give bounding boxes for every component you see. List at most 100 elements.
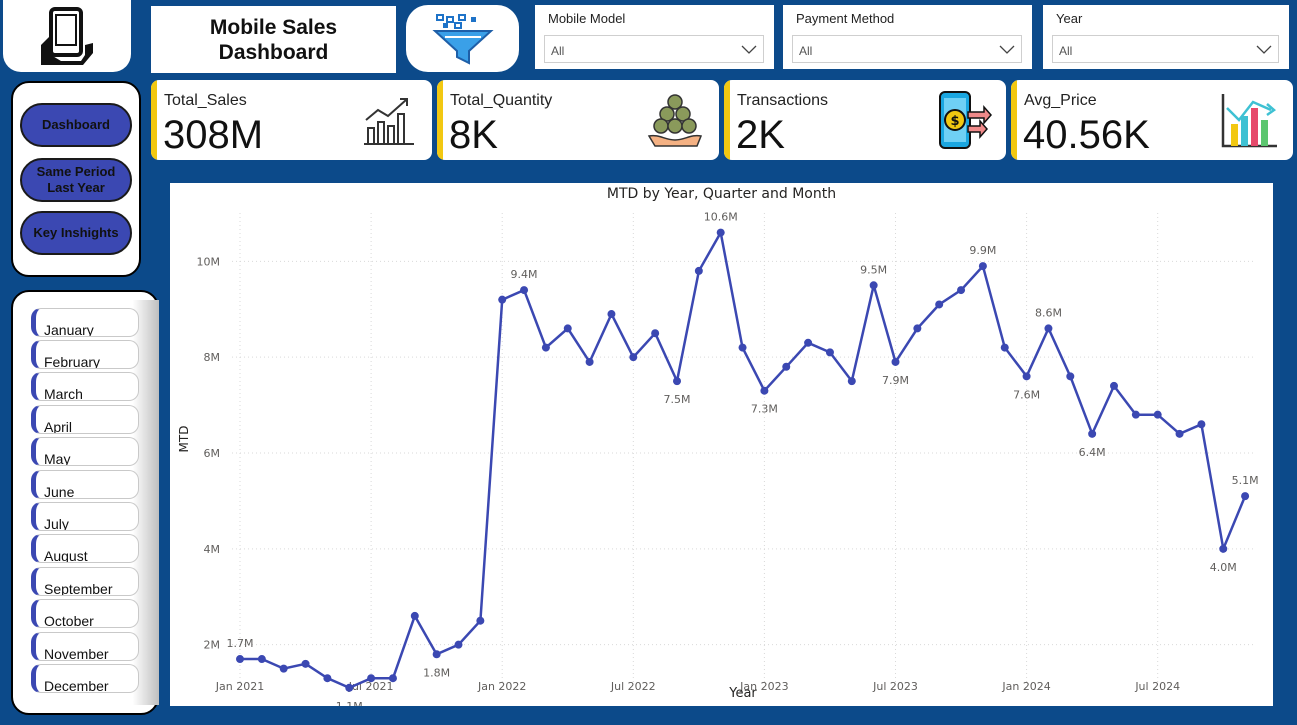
data-point[interactable]	[738, 343, 747, 352]
month-item[interactable]: April	[31, 405, 139, 434]
data-label: 4.0M	[1210, 561, 1237, 574]
data-point[interactable]	[782, 362, 791, 371]
chart-svg: 2M4M6M8M10MJan 2021 Jul 2021 Jan 2022 Jul 2…	[177, 211, 1259, 706]
month-item[interactable]: June	[31, 470, 139, 499]
data-point[interactable]	[716, 228, 725, 237]
month-item[interactable]: July	[31, 502, 139, 531]
year-label: Year	[1056, 11, 1083, 26]
data-point[interactable]	[825, 348, 834, 357]
month-item[interactable]: December	[31, 664, 139, 693]
data-point[interactable]	[367, 674, 376, 683]
data-label: 9.9M	[969, 244, 996, 257]
data-point[interactable]	[432, 650, 441, 659]
data-point[interactable]	[257, 655, 266, 664]
data-point[interactable]	[891, 357, 900, 366]
data-point[interactable]	[694, 266, 703, 275]
month-item[interactable]: October	[31, 599, 139, 628]
data-label: 7.3M	[751, 403, 778, 416]
data-point[interactable]	[520, 286, 529, 295]
month-item[interactable]: March	[31, 372, 139, 401]
month-item[interactable]: August	[31, 534, 139, 563]
data-point[interactable]	[301, 659, 310, 668]
data-point[interactable]	[323, 674, 332, 683]
data-point[interactable]	[1110, 381, 1118, 390]
title-line-1: Mobile Sales	[209, 15, 338, 39]
data-point[interactable]	[236, 655, 244, 664]
month-item[interactable]: May	[31, 437, 139, 466]
kpi-value: 40.56K	[1023, 113, 1150, 157]
mtd-line-chart: MTD by Year, Quarter and Month 2M 4M 6M 8M 1…	[170, 183, 1273, 706]
data-point[interactable]	[1197, 420, 1206, 429]
data-point[interactable]	[629, 353, 638, 362]
x-tick-label: Jan 2021	[215, 680, 264, 693]
data-point[interactable]	[1131, 410, 1140, 419]
data-point[interactable]	[1066, 372, 1075, 381]
data-point[interactable]	[563, 324, 572, 333]
data-point[interactable]	[585, 357, 594, 366]
data-point[interactable]	[1241, 492, 1250, 501]
kpi-accent-bar	[724, 80, 730, 160]
payment-method-dropdown[interactable]: All	[792, 35, 1022, 63]
data-point[interactable]	[1219, 544, 1228, 553]
nav-same-period-last-year-button[interactable]: Same Period Last Year	[20, 158, 132, 202]
year-dropdown[interactable]: All	[1052, 35, 1279, 63]
mobile-model-dropdown[interactable]: All	[544, 35, 764, 63]
y-tick-label: 8M	[204, 351, 221, 364]
data-point[interactable]	[476, 616, 485, 625]
x-tick-label: Jan 2022	[477, 680, 526, 693]
data-point[interactable]	[913, 324, 922, 333]
series-line	[240, 229, 1247, 690]
data-point[interactable]	[607, 310, 616, 319]
filter-button[interactable]	[406, 5, 519, 72]
y-axis-label: MTD	[177, 426, 191, 453]
kpi-accent-bar	[1011, 80, 1017, 160]
dashboard-title: Mobile Sales Dashboard	[151, 6, 396, 73]
chevron-down-icon	[999, 45, 1015, 54]
mobile-model-label: Mobile Model	[548, 11, 626, 26]
data-point[interactable]	[651, 329, 660, 338]
data-point[interactable]	[847, 377, 856, 386]
data-point[interactable]	[978, 262, 987, 271]
data-point[interactable]	[1000, 343, 1009, 352]
data-point[interactable]	[1088, 429, 1097, 438]
data-label: 1.7M	[227, 637, 254, 650]
data-point[interactable]	[388, 674, 397, 683]
data-point[interactable]	[957, 286, 966, 295]
data-point[interactable]	[1022, 372, 1031, 381]
data-point[interactable]	[541, 343, 550, 352]
kpi-avg-price: Avg_Price 40.56K	[1011, 80, 1293, 160]
month-slicer-panel: January February March April May June Ju…	[11, 290, 159, 715]
data-point[interactable]	[804, 338, 813, 347]
data-point[interactable]	[673, 377, 681, 386]
mobile-model-value: All	[551, 44, 565, 58]
data-point[interactable]	[1044, 324, 1053, 333]
data-point[interactable]	[1153, 410, 1162, 419]
data-point[interactable]	[279, 664, 288, 673]
year-value: All	[1059, 44, 1073, 58]
data-point[interactable]	[454, 640, 463, 649]
chevron-down-icon	[1256, 45, 1272, 54]
data-point[interactable]	[1175, 429, 1184, 438]
data-point[interactable]	[760, 386, 769, 395]
data-point[interactable]	[345, 683, 354, 692]
nav-dashboard-button[interactable]: Dashboard	[20, 103, 132, 147]
data-label: 5.1M	[1232, 474, 1259, 487]
month-item[interactable]: November	[31, 632, 139, 661]
nav-key-insights-button[interactable]: Key Inshights	[20, 211, 132, 255]
data-point[interactable]	[869, 281, 878, 290]
chevron-down-icon	[741, 45, 757, 54]
data-label: 7.9M	[882, 374, 909, 387]
month-item[interactable]: September	[31, 567, 139, 596]
kpi-label: Transactions	[737, 92, 828, 109]
month-item[interactable]: January	[31, 308, 139, 337]
data-point[interactable]	[935, 300, 944, 309]
x-tick-label: Jan 2024	[1001, 680, 1050, 693]
x-tick-label: Jul 2022	[610, 680, 656, 693]
kpi-value: 308M	[163, 113, 264, 157]
data-label: 10.6M	[704, 211, 738, 224]
data-point[interactable]	[410, 611, 419, 620]
data-point[interactable]	[498, 295, 507, 304]
data-label: 7.5M	[664, 393, 691, 406]
data-label: 1.1M	[336, 700, 363, 706]
month-item[interactable]: February	[31, 340, 139, 369]
